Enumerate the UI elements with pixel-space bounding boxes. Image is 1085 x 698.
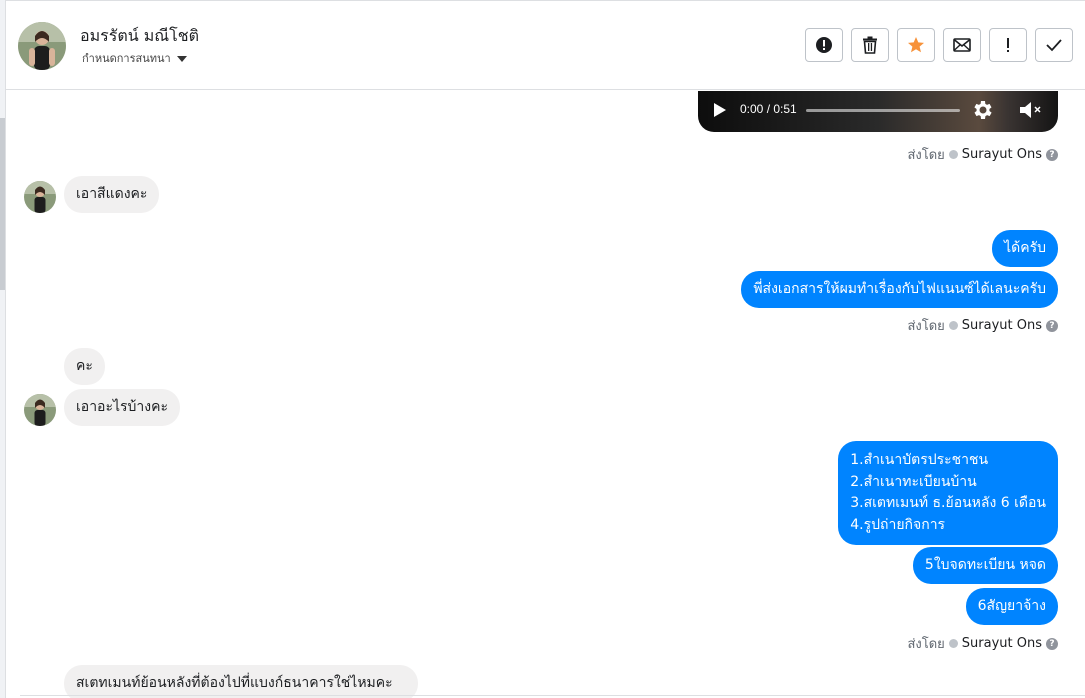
sent-by-label: ส่งโดย [907,148,945,163]
verified-dot-icon [948,321,958,330]
avatar[interactable] [18,22,66,70]
message-thread[interactable]: 0:00 / 0:51 ส่งโดย Surayut Ons ? เอาสีแด… [6,91,1085,698]
sender-name[interactable]: Surayut Ons [962,147,1042,162]
scrollbar-thumb[interactable] [0,118,5,290]
exclamation-icon [1007,38,1009,52]
mute-icon[interactable] [1018,98,1044,122]
help-icon[interactable]: ? [1046,319,1058,332]
video-progress-bar[interactable] [806,109,960,112]
schedule-label: กำหนดการสนทนา [82,52,171,65]
composer-divider [20,695,1085,696]
star-button[interactable] [897,28,935,62]
outgoing-message[interactable]: ได้ครับ [992,230,1058,267]
list-item: 1.สำเนาบัตรประชาชน [850,452,989,468]
sent-by-label: ส่งโดย [907,637,945,652]
check-icon [1046,39,1062,52]
mark-unread-button[interactable] [943,28,981,62]
action-toolbar [805,28,1073,62]
outgoing-message-documents-list[interactable]: 1.สำเนาบัตรประชาชน 2.สำเนาทะเบียนบ้าน 3.… [838,441,1058,545]
sender-name[interactable]: Surayut Ons [962,636,1042,651]
sender-name[interactable]: Surayut Ons [962,318,1042,333]
list-item: 4.รูปถ่ายกิจการ [850,516,946,533]
contact-avatar[interactable] [24,394,56,426]
play-icon[interactable] [714,103,726,117]
outgoing-message[interactable]: พี่ส่งเอกสารให้ผมทำเรื่องกับไฟแนนซ์ได้เล… [741,271,1058,308]
verified-dot-icon [948,150,958,159]
conversation-header: อมรรัตน์ มณีโชติ กำหนดการสนทนา [6,0,1085,90]
outgoing-message[interactable]: 6สัญยาจ้าง [965,588,1058,625]
report-button[interactable] [805,28,843,62]
video-time: 0:00 / 0:51 [740,102,797,116]
envelope-icon [953,38,971,52]
sent-by-label: ส่งโดย [907,319,945,334]
incoming-message[interactable]: สเตทเมนท์ย้อนหลังที่ต้องไปที่แบงก์ธนาคาร… [64,665,418,698]
trash-icon [863,36,877,54]
sent-by-row: ส่งโดย Surayut Ons ? [907,315,1058,336]
help-icon[interactable]: ? [1046,148,1058,161]
video-player[interactable]: 0:00 / 0:51 [698,91,1058,132]
outgoing-message[interactable]: 5ใบจดทะเบียน หจด [912,547,1058,584]
help-icon[interactable]: ? [1046,637,1058,650]
alert-circle-icon [816,37,832,53]
list-item: 2.สำเนาทะเบียนบ้าน [850,473,977,490]
sent-by-row: ส่งโดย Surayut Ons ? [907,633,1058,654]
caret-down-icon [176,56,187,62]
schedule-dropdown[interactable]: กำหนดการสนทนา [82,49,187,67]
verified-dot-icon [948,639,958,648]
incoming-message[interactable]: เอาสีแดงคะ [64,176,160,213]
incoming-message[interactable]: เอาอะไรบ้างคะ [64,389,181,426]
incoming-message[interactable]: คะ [64,348,105,385]
flag-button[interactable] [989,28,1027,62]
sent-by-row: ส่งโดย Surayut Ons ? [907,144,1058,165]
contact-name: อมรรัตน์ มณีโชติ [80,26,199,45]
mark-done-button[interactable] [1035,28,1073,62]
delete-button[interactable] [851,28,889,62]
contact-avatar[interactable] [24,181,56,213]
gear-icon[interactable] [970,98,994,122]
star-icon [908,37,924,53]
list-item: 3.สเตทเมนท์ ธ.ย้อนหลัง 6 เดือน [850,495,1046,511]
